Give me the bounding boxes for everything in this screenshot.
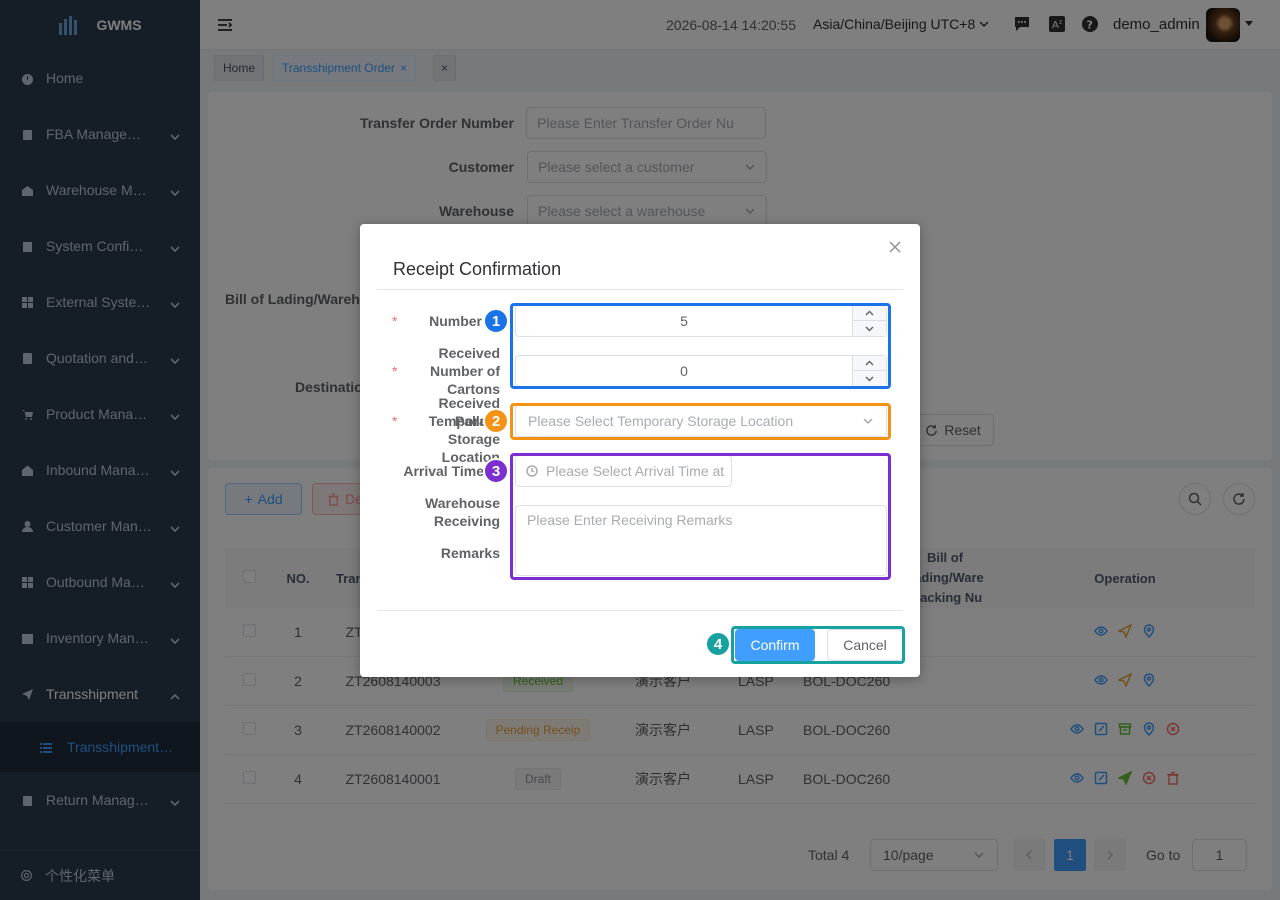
increase-button[interactable] <box>853 356 886 371</box>
temporary-storage-select[interactable]: Please Select Temporary Storage Location <box>515 405 887 437</box>
cartons-value: 5 <box>680 313 688 329</box>
required-mark: * <box>392 363 398 379</box>
decrease-button[interactable] <box>853 371 886 386</box>
received-cartons-input[interactable]: 5 <box>515 305 887 337</box>
receipt-confirmation-dialog: Receipt Confirmation * Number Received N… <box>360 224 920 677</box>
required-mark: * <box>392 413 398 429</box>
number-label: Number <box>429 313 482 329</box>
annotation-badge-1: 1 <box>483 308 509 334</box>
received-cartons-label: Received Number of Cartons <box>430 345 500 397</box>
annotation-badge-2: 2 <box>483 408 509 434</box>
decrease-button[interactable] <box>853 321 886 336</box>
chevron-down-icon <box>865 376 874 382</box>
close-icon[interactable] <box>888 240 902 254</box>
required-mark: * <box>392 313 398 329</box>
chevron-up-icon <box>865 310 874 315</box>
confirm-button[interactable]: Confirm <box>735 629 815 661</box>
annotation-badge-3: 3 <box>483 458 509 484</box>
placeholder: Please Select Arrival Time at <box>546 463 725 479</box>
chevron-down-icon <box>863 418 873 425</box>
arrival-time-picker[interactable]: Please Select Arrival Time at <box>515 455 732 487</box>
cartons-stepper <box>852 306 886 336</box>
divider <box>377 289 903 290</box>
dialog-title: Receipt Confirmation <box>393 259 562 279</box>
pallets-stepper <box>852 356 886 386</box>
increase-button[interactable] <box>853 306 886 321</box>
placeholder: Please Enter Receiving Remarks <box>527 512 733 528</box>
annotation-badge-4: 4 <box>705 631 731 657</box>
placeholder: Please Select Temporary Storage Location <box>528 413 794 429</box>
warehouse-receiving-label: Warehouse Receiving <box>425 495 500 529</box>
received-pallets-input[interactable]: 0 <box>515 355 887 387</box>
pallets-value: 0 <box>680 363 688 379</box>
receiving-remarks-textarea[interactable]: Please Enter Receiving Remarks <box>515 505 887 576</box>
cancel-button[interactable]: Cancel <box>827 629 903 661</box>
arrival-time-label: Arrival Time <box>403 463 484 479</box>
chevron-down-icon <box>865 326 874 332</box>
chevron-up-icon <box>865 360 874 365</box>
divider <box>377 610 903 611</box>
clock-icon <box>526 465 538 477</box>
remarks-label: Remarks <box>440 545 500 561</box>
